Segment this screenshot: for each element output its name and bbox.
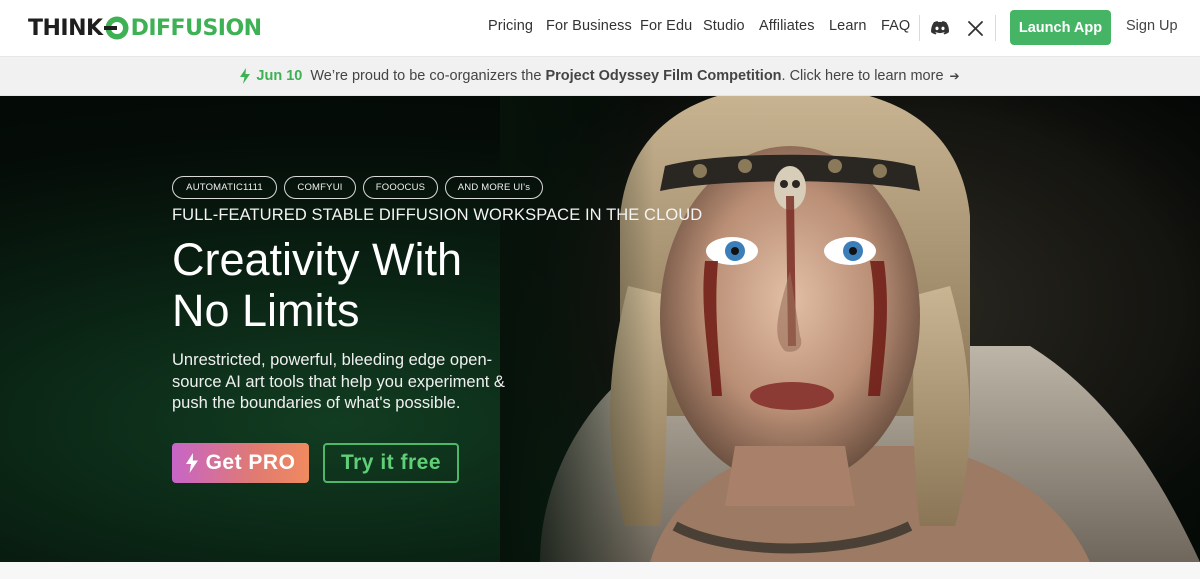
get-pro-button[interactable]: Get PRO <box>172 443 309 483</box>
x-twitter-icon[interactable] <box>964 17 986 39</box>
nav-link-for-business[interactable]: For Business <box>546 18 632 34</box>
nav-link-studio[interactable]: Studio <box>703 18 745 34</box>
announcement-bar[interactable]: Jun 10 We’re proud to be co-organizers t… <box>0 56 1200 96</box>
hero-portrait-image <box>500 96 1200 562</box>
tag-and-more-uis: AND MORE UI's <box>445 176 543 199</box>
announcement-date: Jun 10 <box>256 68 303 84</box>
section-divider <box>0 562 1200 579</box>
hero-description: Unrestricted, powerful, bleeding edge op… <box>172 351 505 412</box>
arrow-right-icon: ➔ <box>949 69 960 83</box>
nav-divider <box>995 15 996 41</box>
nav-link-pricing[interactable]: Pricing <box>488 18 533 34</box>
hero-headline-line-2: No Limits <box>172 285 360 336</box>
announcement-text-after: . Click here to learn more <box>781 68 944 84</box>
tag-comfyui: COMFYUI <box>284 176 356 199</box>
tag-fooocus: FOOOCUS <box>363 176 438 199</box>
nav-link-for-edu[interactable]: For Edu <box>640 18 692 34</box>
discord-icon[interactable] <box>929 17 951 39</box>
nav-link-learn[interactable]: Learn <box>829 18 867 34</box>
thinkdiffusion-logo[interactable]: THINK DIFFUSION <box>28 14 262 42</box>
try-it-free-button[interactable]: Try it free <box>323 443 459 483</box>
hero-tagline: FULL-FEATURED STABLE DIFFUSION WORKSPACE… <box>172 206 703 224</box>
hero-headline-line-1: Creativity With <box>172 234 463 285</box>
nav-link-faq[interactable]: FAQ <box>881 18 910 34</box>
nav-link-affiliates[interactable]: Affiliates <box>759 18 815 34</box>
tag-automatic1111: AUTOMATIC1111 <box>172 176 277 199</box>
logo-think-text: THINK <box>28 15 103 41</box>
get-pro-label: Get PRO <box>205 451 296 474</box>
lightning-bolt-icon <box>240 68 251 84</box>
sign-up-link[interactable]: Sign Up <box>1126 18 1178 34</box>
nav-divider <box>919 15 920 41</box>
logo-diffusion-text: DIFFUSION <box>130 15 263 41</box>
logo-mark-icon <box>103 16 129 40</box>
launch-app-button[interactable]: Launch App <box>1010 10 1111 45</box>
announcement-highlight: Project Odyssey Film Competition <box>545 68 782 84</box>
lightning-bolt-icon <box>185 453 198 473</box>
top-navigation: THINK DIFFUSION Pricing For Business For… <box>0 0 1200 56</box>
announcement-text: We’re proud to be co-organizers the <box>310 68 542 84</box>
hero-section: AUTOMATIC1111 COMFYUI FOOOCUS AND MORE U… <box>0 96 1200 562</box>
hero-headline: Creativity With No Limits <box>172 234 462 336</box>
